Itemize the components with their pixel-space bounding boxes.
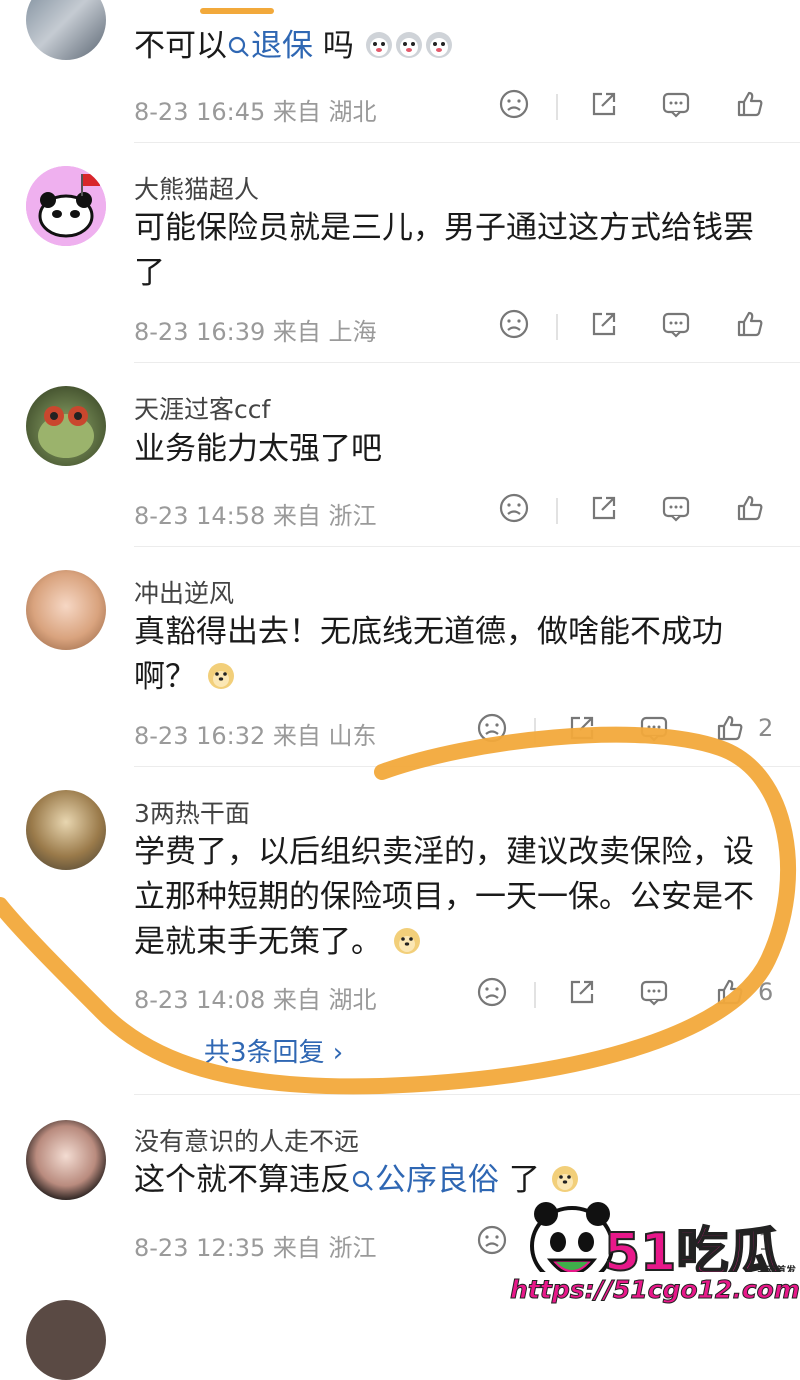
avatar[interactable]	[26, 386, 106, 466]
doge-emoji-icon	[207, 663, 234, 689]
username[interactable]: 天涯过客ccf	[134, 390, 270, 426]
comment-button[interactable]	[656, 304, 696, 344]
divider	[134, 1094, 800, 1095]
share-icon	[570, 716, 594, 740]
sad-face-icon	[499, 89, 529, 119]
frog-avatar-icon	[38, 406, 94, 458]
like-button[interactable]	[730, 304, 770, 344]
like-button[interactable]	[730, 488, 770, 528]
avatar[interactable]	[26, 1300, 106, 1380]
share-icon	[592, 312, 616, 336]
share-button[interactable]	[584, 488, 624, 528]
sad-face-icon	[477, 977, 507, 1007]
sad-face-icon	[499, 309, 529, 339]
comment-text: 可能保险员就是三儿，男子通过这方式给钱罢了	[134, 210, 754, 291]
comment-actions	[480, 84, 780, 128]
share-icon	[592, 92, 616, 116]
doge-emoji-icon	[393, 928, 420, 954]
divider	[134, 546, 800, 547]
like-button[interactable]	[730, 84, 770, 124]
view-replies-link[interactable]: 共3条回复 ›	[204, 1032, 343, 1069]
search-link[interactable]: 退保	[227, 28, 313, 64]
comment-meta: 8-23 16:39 来自 上海	[134, 318, 377, 346]
like-button[interactable]	[710, 708, 750, 748]
watermark-url: https://51cgo12.com	[510, 1272, 800, 1308]
share-button[interactable]	[584, 84, 624, 124]
comment-icon	[662, 92, 690, 118]
share-button[interactable]	[584, 304, 624, 344]
sad-face-icon	[477, 713, 507, 743]
comment-meta: 8-23 12:35 来自 浙江	[134, 1234, 377, 1262]
search-link[interactable]: 公序良俗	[351, 1162, 499, 1198]
divider	[134, 362, 800, 363]
comment-actions	[480, 304, 780, 348]
thumbs-up-icon	[717, 715, 743, 741]
sad-face-icon	[499, 493, 529, 523]
comment-icon	[662, 496, 690, 522]
husky-emoji-icon	[425, 32, 452, 58]
avatar[interactable]	[26, 1120, 106, 1200]
share-button[interactable]	[562, 972, 602, 1012]
divider	[134, 142, 800, 143]
comment-meta: 8-23 14:08 来自 湖北	[134, 986, 377, 1014]
comment-icon	[640, 980, 668, 1006]
comment-button[interactable]	[656, 488, 696, 528]
comment-text: 真豁得出去！无底线无道德，做啥能不成功啊？	[134, 614, 723, 695]
comment-meta: 8-23 14:58 来自 浙江	[134, 502, 377, 530]
like-count: 2	[758, 714, 774, 742]
comment-button[interactable]	[634, 708, 674, 748]
thumbs-up-icon	[717, 979, 743, 1005]
username[interactable]: 没有意识的人走不远	[134, 1122, 359, 1158]
avatar[interactable]	[26, 570, 106, 650]
comment-actions	[480, 488, 780, 532]
username[interactable]: 3两热干面	[134, 794, 250, 830]
doge-emoji-icon	[551, 1166, 578, 1192]
like-count: 6	[758, 978, 774, 1006]
dislike-button[interactable]	[472, 972, 512, 1012]
username[interactable]: 冲出逆风	[134, 574, 234, 610]
share-icon	[570, 980, 594, 1004]
scroll-indicator	[200, 8, 274, 14]
comment-icon	[662, 312, 690, 338]
share-button[interactable]	[562, 708, 602, 748]
dislike-button[interactable]	[494, 488, 534, 528]
divider	[134, 766, 800, 767]
comment-meta: 8-23 16:45 来自 湖北	[134, 98, 377, 126]
comment-text: 业务能力太强了吧	[134, 431, 382, 467]
comment-button[interactable]	[656, 84, 696, 124]
comment-actions: 2	[477, 708, 780, 752]
comment-actions: 6	[477, 972, 780, 1016]
comment-icon	[640, 716, 668, 742]
dislike-button[interactable]	[472, 708, 512, 748]
like-button[interactable]	[710, 972, 750, 1012]
avatar[interactable]	[26, 0, 106, 60]
dislike-button[interactable]	[472, 1220, 512, 1260]
thumbs-up-icon	[737, 495, 763, 521]
search-icon	[228, 36, 249, 57]
sad-face-icon	[477, 1225, 507, 1255]
avatar[interactable]	[26, 166, 106, 246]
username[interactable]: 大熊猫超人	[134, 170, 259, 206]
panda-avatar-icon	[26, 166, 106, 246]
husky-emoji-icon	[365, 32, 392, 58]
husky-emoji-icon	[395, 32, 422, 58]
comment-text: 不可以 退保 吗	[134, 24, 764, 69]
avatar[interactable]	[26, 790, 106, 870]
comment-text: 学费了，以后组织卖淫的，建议改卖保险，设立那种短期的保险项目，一天一保。公安是不…	[134, 834, 754, 960]
comment-meta: 8-23 16:32 来自 山东	[134, 722, 377, 750]
search-icon	[352, 1170, 373, 1191]
dislike-button[interactable]	[494, 84, 534, 124]
share-icon	[592, 496, 616, 520]
thumbs-up-icon	[737, 311, 763, 337]
dislike-button[interactable]	[494, 304, 534, 344]
thumbs-up-icon	[737, 91, 763, 117]
comment-button[interactable]	[634, 972, 674, 1012]
